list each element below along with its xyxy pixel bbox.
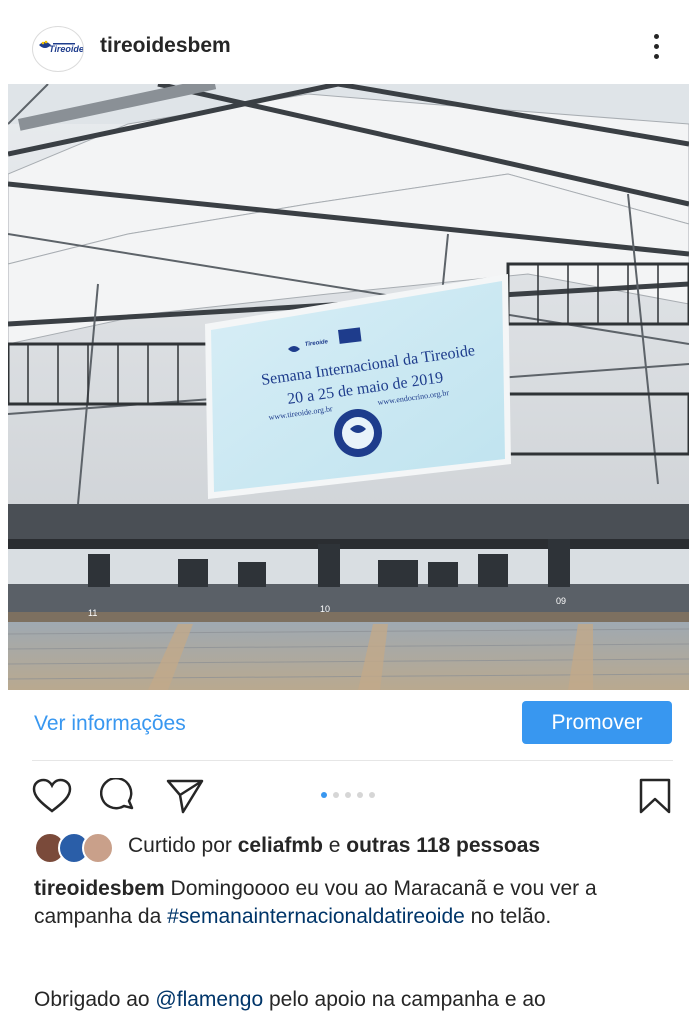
post-image[interactable]: 11 10 09 Tireoide Semana Internacional d… [8, 84, 689, 690]
caption-mention[interactable]: @flamengo [155, 988, 263, 1011]
likes-middle: e [322, 834, 347, 857]
profile-avatar[interactable]: Tireoide [32, 26, 84, 72]
section-label-10: 10 [320, 604, 330, 614]
comment-icon[interactable] [99, 776, 136, 814]
post-caption: tireoidesbem Domingoooo eu vou ao Maraca… [34, 875, 664, 931]
promote-button[interactable]: Promover [522, 701, 672, 744]
post-caption-continued: Obrigado ao @flamengo pelo apoio na camp… [34, 986, 674, 1014]
more-options-icon[interactable] [648, 34, 664, 62]
caption-hashtag[interactable]: #semanainternacionaldatireoide [167, 905, 465, 928]
caption-username[interactable]: tireoidesbem [34, 877, 165, 900]
likes-summary: Curtido por celiafmb e outras 118 pessoa… [128, 834, 540, 858]
stadium-photo: 11 10 09 Tireoide Semana Internacional d… [8, 84, 689, 690]
carousel-dot [345, 792, 351, 798]
avatar-logo-label: Tireoide [49, 44, 84, 54]
carousel-dot [357, 792, 363, 798]
caption-text: Obrigado ao [34, 988, 156, 1011]
likes-prefix: Curtido por [128, 834, 238, 857]
likes-others-link[interactable]: outras 118 pessoas [346, 834, 540, 857]
likes-row[interactable]: Curtido por celiafmb e outras 118 pessoa… [34, 832, 674, 864]
save-bookmark-icon[interactable] [638, 778, 674, 814]
carousel-dot [333, 792, 339, 798]
post-username[interactable]: tireoidesbem [100, 34, 231, 58]
likes-user-link[interactable]: celiafmb [238, 834, 323, 857]
section-label-09: 09 [556, 596, 566, 606]
carousel-indicator [321, 792, 375, 798]
divider [32, 760, 673, 761]
avatar [82, 832, 114, 864]
caption-text: pelo apoio na campanha e ao [263, 988, 546, 1011]
section-label-11: 11 [88, 608, 97, 618]
carousel-dot [321, 792, 327, 798]
post-header: Tireoide tireoidesbem [0, 0, 689, 84]
carousel-dot [369, 792, 375, 798]
liker-avatars [34, 832, 124, 864]
like-heart-icon[interactable] [32, 778, 72, 814]
view-insights-link[interactable]: Ver informações [34, 712, 186, 736]
caption-text-end: no telão. [464, 905, 552, 928]
share-send-icon[interactable] [166, 778, 204, 814]
